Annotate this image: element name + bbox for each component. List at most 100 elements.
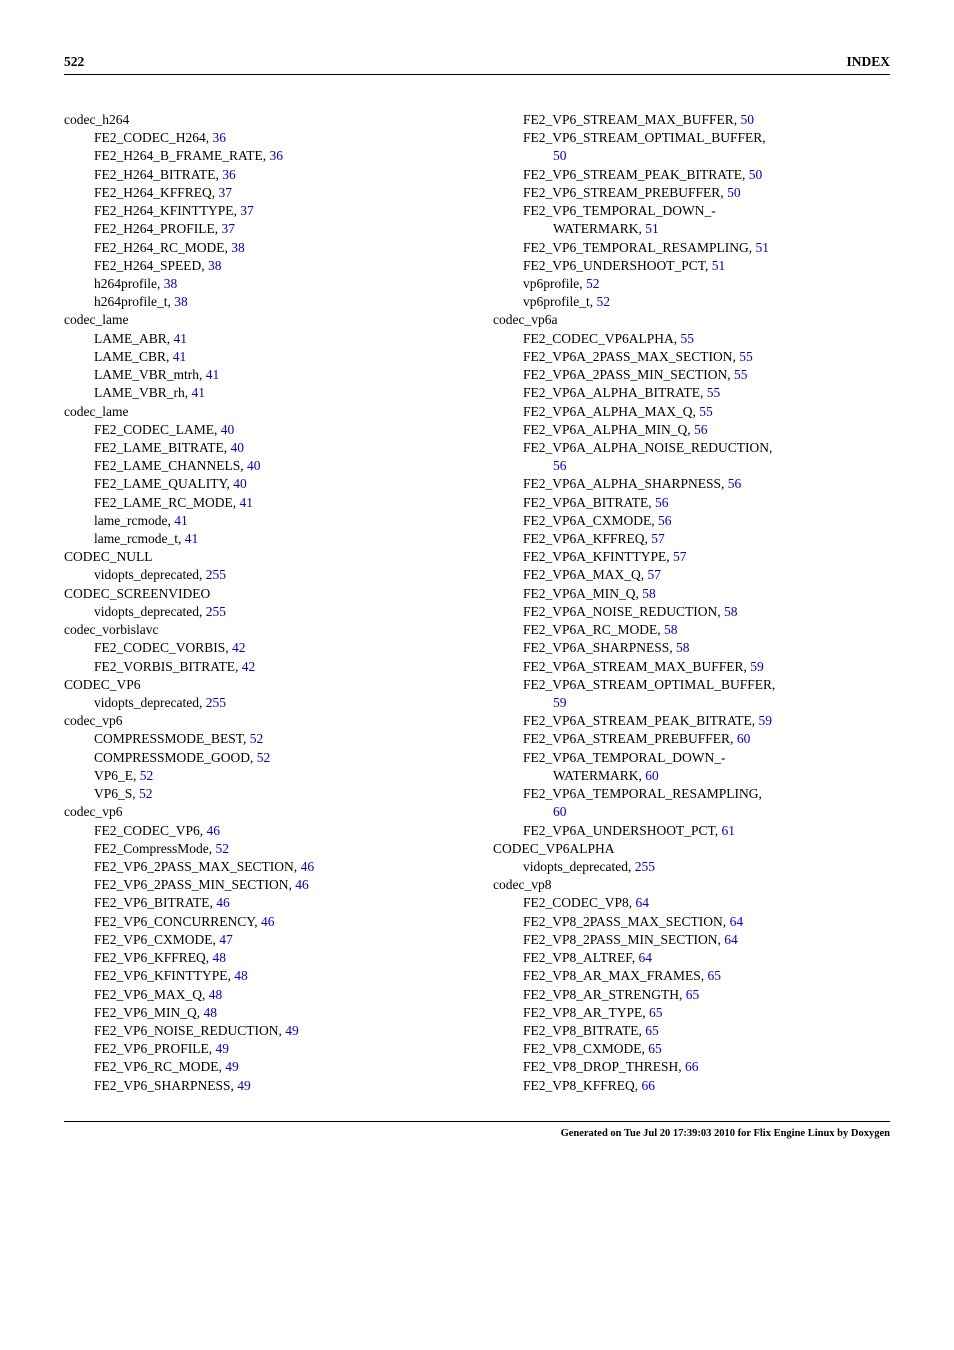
index-page-link[interactable]: 55 — [699, 404, 713, 419]
index-entry-text: FE2_VP6_CONCURRENCY, — [94, 914, 261, 929]
index-page-link[interactable]: 40 — [221, 422, 235, 437]
index-page-link[interactable]: 51 — [756, 240, 770, 255]
index-page-link[interactable]: 50 — [727, 185, 741, 200]
index-page-link[interactable]: 41 — [192, 385, 206, 400]
index-page-link[interactable]: 66 — [642, 1078, 656, 1093]
index-entry-text: FE2_VP8_2PASS_MIN_SECTION, — [523, 932, 724, 947]
index-page-link[interactable]: 52 — [139, 786, 153, 801]
index-page-link[interactable]: 64 — [636, 895, 650, 910]
index-page-link[interactable]: 37 — [240, 203, 254, 218]
index-page-link[interactable]: 50 — [749, 167, 763, 182]
index-entry-text: LAME_ABR, — [94, 331, 174, 346]
index-page-link[interactable]: 255 — [206, 604, 226, 619]
index-page-link[interactable]: 52 — [257, 750, 271, 765]
index-page-link[interactable]: 38 — [231, 240, 245, 255]
index-page-link[interactable]: 46 — [261, 914, 275, 929]
index-page-link[interactable]: 65 — [686, 987, 700, 1002]
index-page-link[interactable]: 52 — [250, 731, 264, 746]
index-page-link[interactable]: 65 — [648, 1041, 662, 1056]
index-entry-text: vidopts_deprecated, — [94, 695, 206, 710]
index-page-link[interactable]: 64 — [638, 950, 652, 965]
index-page-link[interactable]: 41 — [173, 349, 187, 364]
index-page-link[interactable]: 56 — [655, 495, 669, 510]
index-page-link[interactable]: 51 — [712, 258, 726, 273]
index-page-link[interactable]: 38 — [208, 258, 222, 273]
index-page-link[interactable]: 48 — [209, 987, 223, 1002]
index-page-link[interactable]: 64 — [724, 932, 738, 947]
index-page-link[interactable]: 65 — [649, 1005, 663, 1020]
index-page-link[interactable]: 38 — [174, 294, 188, 309]
index-page-link[interactable]: 59 — [759, 713, 773, 728]
index-page-link[interactable]: 42 — [232, 640, 246, 655]
index-page-link[interactable]: 55 — [681, 331, 695, 346]
index-page-link[interactable]: 57 — [648, 567, 662, 582]
index-page-link[interactable]: 48 — [234, 968, 248, 983]
index-page-link[interactable]: 38 — [164, 276, 178, 291]
index-entry: FE2_VP6A_ALPHA_MIN_Q, 56 — [523, 421, 890, 439]
index-page-link[interactable]: 60 — [645, 768, 659, 783]
index-page-link[interactable]: 55 — [739, 349, 753, 364]
index-page-link[interactable]: 50 — [553, 148, 567, 163]
index-page-link[interactable]: 46 — [207, 823, 221, 838]
index-page-link[interactable]: 36 — [213, 130, 227, 145]
index-page-link[interactable]: 42 — [242, 659, 256, 674]
index-page-link[interactable]: 64 — [730, 914, 744, 929]
index-page-link[interactable]: 40 — [231, 440, 245, 455]
index-entry-text: FE2_VP6A_STREAM_MAX_BUFFER, — [523, 659, 750, 674]
index-page-link[interactable]: 65 — [708, 968, 722, 983]
index-page-link[interactable]: 57 — [651, 531, 665, 546]
index-page-link[interactable]: 56 — [658, 513, 672, 528]
index-page-link[interactable]: 58 — [724, 604, 738, 619]
index-page-link[interactable]: 40 — [247, 458, 261, 473]
index-page-link[interactable]: 55 — [707, 385, 721, 400]
index-page-link[interactable]: 49 — [216, 1041, 230, 1056]
index-page-link[interactable]: 37 — [219, 185, 233, 200]
index-page-link[interactable]: 46 — [295, 877, 309, 892]
index-page-link[interactable]: 255 — [206, 567, 226, 582]
index-page-link[interactable]: 58 — [642, 586, 656, 601]
index-page-link[interactable]: 37 — [222, 221, 236, 236]
index-page-link[interactable]: 66 — [685, 1059, 699, 1074]
index-page-link[interactable]: 57 — [673, 549, 687, 564]
index-page-link[interactable]: 41 — [240, 495, 254, 510]
index-page-link[interactable]: 49 — [285, 1023, 299, 1038]
index-entry: VP6_E, 52 — [94, 767, 461, 785]
index-page-link[interactable]: 56 — [728, 476, 742, 491]
index-page-link[interactable]: 65 — [645, 1023, 659, 1038]
index-page-link[interactable]: 36 — [270, 148, 284, 163]
index-page-link[interactable]: 46 — [301, 859, 315, 874]
index-page-link[interactable]: 255 — [206, 695, 226, 710]
index-entry-text: FE2_VP6A_MIN_Q, — [523, 586, 642, 601]
index-page-link[interactable]: 41 — [174, 331, 188, 346]
index-page-link[interactable]: 48 — [204, 1005, 218, 1020]
index-page-link[interactable]: 56 — [694, 422, 708, 437]
index-page-link[interactable]: 52 — [216, 841, 230, 856]
index-page-link[interactable]: 58 — [664, 622, 678, 637]
index-page-link[interactable]: 41 — [185, 531, 199, 546]
index-page-link[interactable]: 48 — [213, 950, 227, 965]
index-page-link[interactable]: 47 — [219, 932, 233, 947]
index-page-link[interactable]: 49 — [237, 1078, 251, 1093]
index-entry: FE2_VP6A_KFFREQ, 57 — [523, 530, 890, 548]
index-page-link[interactable]: 59 — [553, 695, 567, 710]
index-page-link[interactable]: 50 — [741, 112, 755, 127]
index-page-link[interactable]: 51 — [645, 221, 659, 236]
index-page-link[interactable]: 61 — [722, 823, 736, 838]
index-page-link[interactable]: 60 — [737, 731, 751, 746]
index-page-link[interactable]: 58 — [676, 640, 690, 655]
index-page-link[interactable]: 41 — [206, 367, 220, 382]
index-page-link[interactable]: 56 — [553, 458, 567, 473]
index-page-link[interactable]: 55 — [734, 367, 748, 382]
index-page-link[interactable]: 52 — [140, 768, 154, 783]
index-page-link[interactable]: 40 — [233, 476, 247, 491]
index-page-link[interactable]: 255 — [635, 859, 655, 874]
index-entry-text: LAME_CBR, — [94, 349, 173, 364]
index-page-link[interactable]: 60 — [553, 804, 567, 819]
index-page-link[interactable]: 52 — [597, 294, 611, 309]
index-page-link[interactable]: 36 — [222, 167, 236, 182]
index-page-link[interactable]: 52 — [586, 276, 600, 291]
index-page-link[interactable]: 59 — [750, 659, 764, 674]
index-page-link[interactable]: 41 — [174, 513, 188, 528]
index-page-link[interactable]: 49 — [225, 1059, 239, 1074]
index-page-link[interactable]: 46 — [216, 895, 230, 910]
